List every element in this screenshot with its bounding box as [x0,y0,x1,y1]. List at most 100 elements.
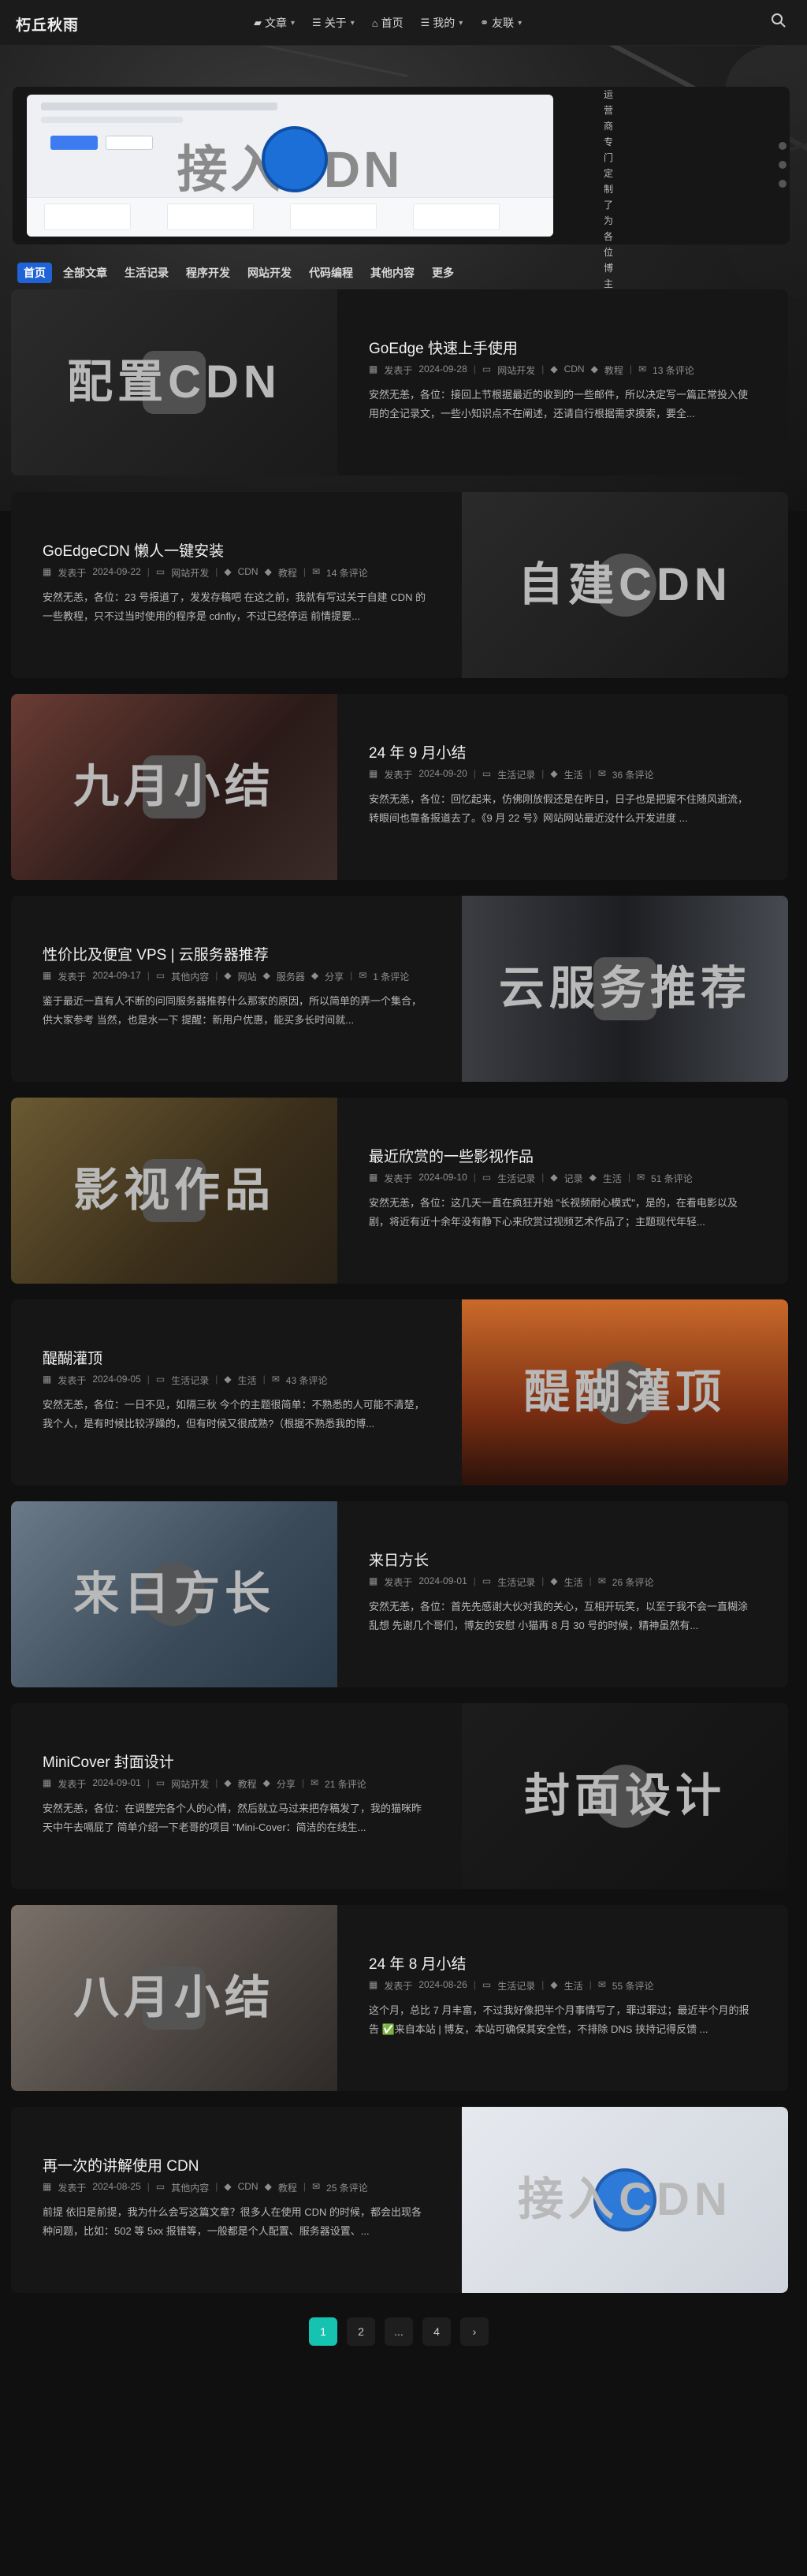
post-tag[interactable]: 生活 [238,1374,257,1387]
post-comments[interactable]: 1 条评论 [373,970,409,983]
post-tag[interactable]: CDN [238,566,258,580]
post-comments[interactable]: 51 条评论 [651,1172,693,1185]
post-tag[interactable]: 教程 [278,566,297,580]
post-tag[interactable]: 分享 [277,1777,296,1791]
tab-life[interactable]: 生活记录 [118,263,175,283]
nav-item-about[interactable]: ☰ 关于 ▾ [312,15,355,31]
post-tag[interactable]: 生活 [564,768,583,781]
featured-banner[interactable]: 接入CDN 运营商专门定制了为各位博主们免费提供 [13,87,790,368]
chevron-down-icon: ▾ [291,18,296,28]
post-card[interactable]: 配置CDN GoEdge 快速上手使用 ▦ 发表于 2024-09-28 | ▭… [11,289,788,475]
site-logo[interactable]: 朽丘秋雨 [16,13,79,35]
post-title[interactable]: 性价比及便宜 VPS | 云服务器推荐 [43,943,269,964]
post-comments[interactable]: 26 条评论 [612,1575,654,1589]
post-thumbnail[interactable]: 醍醐灌顶 [462,1299,788,1486]
post-category[interactable]: 生活记录 [497,1979,535,1993]
post-title[interactable]: 再一次的讲解使用 CDN [43,2154,199,2175]
post-tag[interactable]: 记录 [564,1172,583,1185]
comment-icon: ✉ [311,566,321,577]
post-card[interactable]: 云服务推荐 性价比及便宜 VPS | 云服务器推荐 ▦ 发表于 2024-09-… [11,896,788,1082]
post-thumbnail[interactable]: 云服务推荐 [462,896,788,1082]
post-thumbnail[interactable]: 配置CDN [11,289,337,475]
cover-text: 醍醐灌顶 [523,1366,726,1418]
tab-all-articles[interactable]: 全部文章 [57,263,113,283]
banner-image[interactable]: 接入CDN [27,95,553,237]
post-comments[interactable]: 21 条评论 [325,1777,366,1791]
tab-web-dev[interactable]: 网站开发 [241,263,298,283]
nav-item-home[interactable]: ⌂ 首页 [372,15,404,31]
post-comments[interactable]: 43 条评论 [286,1374,328,1387]
post-thumbnail[interactable]: 八月小结 [11,1905,337,2091]
post-tag[interactable]: 生活 [564,1979,583,1993]
post-card[interactable]: 接入CDN 再一次的讲解使用 CDN ▦ 发表于 2024-08-25 | ▭ … [11,2107,788,2293]
post-card[interactable]: 自建CDN GoEdgeCDN 懒人一键安装 ▦ 发表于 2024-09-22 … [11,492,788,678]
post-tag[interactable]: 教程 [238,1777,257,1791]
tab-coding[interactable]: 代码编程 [303,263,359,283]
post-thumbnail[interactable]: 九月小结 [11,694,337,880]
category-tabs: 首页 全部文章 生活记录 程序开发 网站开发 代码编程 其他内容 更多 [17,263,460,283]
post-title[interactable]: MiniCover 封面设计 [43,1750,174,1772]
post-category[interactable]: 生活记录 [497,1575,535,1589]
post-card[interactable]: 八月小结 24 年 8 月小结 ▦ 发表于 2024-08-26 | ▭ 生活记… [11,1905,788,2091]
post-title[interactable]: 最近欣赏的一些影视作品 [369,1145,534,1166]
post-comments[interactable]: 25 条评论 [326,2181,368,2194]
tab-programming[interactable]: 程序开发 [180,263,236,283]
meta-prefix: 发表于 [58,2183,87,2194]
post-title[interactable]: GoEdge 快速上手使用 [369,337,518,358]
post-category[interactable]: 生活记录 [497,1172,535,1185]
banner-dot[interactable] [779,142,787,150]
nav-item-articles[interactable]: ▰ 文章 ▾ [254,15,295,31]
post-thumbnail[interactable]: 来日方长 [11,1501,337,1687]
post-tag[interactable]: 教程 [278,2181,297,2194]
post-tag[interactable]: 分享 [325,970,344,983]
post-title[interactable]: 24 年 8 月小结 [369,1952,467,1974]
post-card[interactable]: 影视作品 最近欣赏的一些影视作品 ▦ 发表于 2024-09-10 | ▭ 生活… [11,1098,788,1284]
tab-other[interactable]: 其他内容 [364,263,421,283]
post-title[interactable]: GoEdgeCDN 懒人一键安装 [43,539,224,561]
post-title[interactable]: 24 年 9 月小结 [369,741,467,762]
post-thumbnail[interactable]: 影视作品 [11,1098,337,1284]
post-category[interactable]: 其他内容 [171,970,209,983]
tab-more[interactable]: 更多 [426,263,460,283]
post-category[interactable]: 生活记录 [171,1374,209,1387]
post-thumbnail[interactable]: 接入CDN [462,2107,788,2293]
post-title[interactable]: 醍醐灌顶 [43,1347,102,1368]
calendar-icon: ▦ [369,768,378,779]
banner-dot[interactable] [779,180,787,188]
post-thumbnail[interactable]: 自建CDN [462,492,788,678]
post-comments[interactable]: 55 条评论 [612,1979,654,1993]
post-comments[interactable]: 13 条评论 [653,363,694,377]
post-tag[interactable]: 生活 [603,1172,622,1185]
post-card[interactable]: 九月小结 24 年 9 月小结 ▦ 发表于 2024-09-20 | ▭ 生活记… [11,694,788,880]
post-tag[interactable]: CDN [564,363,585,377]
nav-item-mine[interactable]: ☰ 我的 ▾ [421,15,463,31]
page-button[interactable]: 4 [422,2317,451,2346]
post-category[interactable]: 网站开发 [171,566,209,580]
post-card[interactable]: 封面设计 MiniCover 封面设计 ▦ 发表于 2024-09-01 | ▭… [11,1703,788,1889]
post-tag[interactable]: 服务器 [277,970,305,983]
page-button[interactable]: 1 [309,2317,337,2346]
folder-icon: ▭ [482,1979,492,1990]
meta-prefix: 发表于 [384,1577,413,1588]
next-page-button[interactable]: › [460,2317,489,2346]
calendar-icon: ▦ [369,1979,378,1990]
post-tag[interactable]: 教程 [604,363,623,377]
post-comments[interactable]: 36 条评论 [612,768,654,781]
post-category[interactable]: 网站开发 [497,363,535,377]
post-title[interactable]: 来日方长 [369,1549,429,1570]
post-category[interactable]: 生活记录 [497,768,535,781]
page-button[interactable]: 2 [347,2317,375,2346]
post-card[interactable]: 醍醐灌顶 醍醐灌顶 ▦ 发表于 2024-09-05 | ▭ 生活记录 | ◆ 生… [11,1299,788,1486]
post-comments[interactable]: 14 条评论 [326,566,368,580]
post-tag[interactable]: 网站 [238,970,257,983]
post-category[interactable]: 网站开发 [171,1777,209,1791]
post-tag[interactable]: 生活 [564,1575,583,1589]
nav-item-friends[interactable]: ⚭ 友联 ▾ [480,15,522,31]
post-tag[interactable]: CDN [238,2181,258,2194]
tab-home[interactable]: 首页 [17,263,52,283]
post-thumbnail[interactable]: 封面设计 [462,1703,788,1889]
banner-dot[interactable] [779,161,787,169]
search-button[interactable] [771,13,790,32]
post-category[interactable]: 其他内容 [171,2181,209,2194]
post-card[interactable]: 来日方长 来日方长 ▦ 发表于 2024-09-01 | ▭ 生活记录 | ◆ 生… [11,1501,788,1687]
